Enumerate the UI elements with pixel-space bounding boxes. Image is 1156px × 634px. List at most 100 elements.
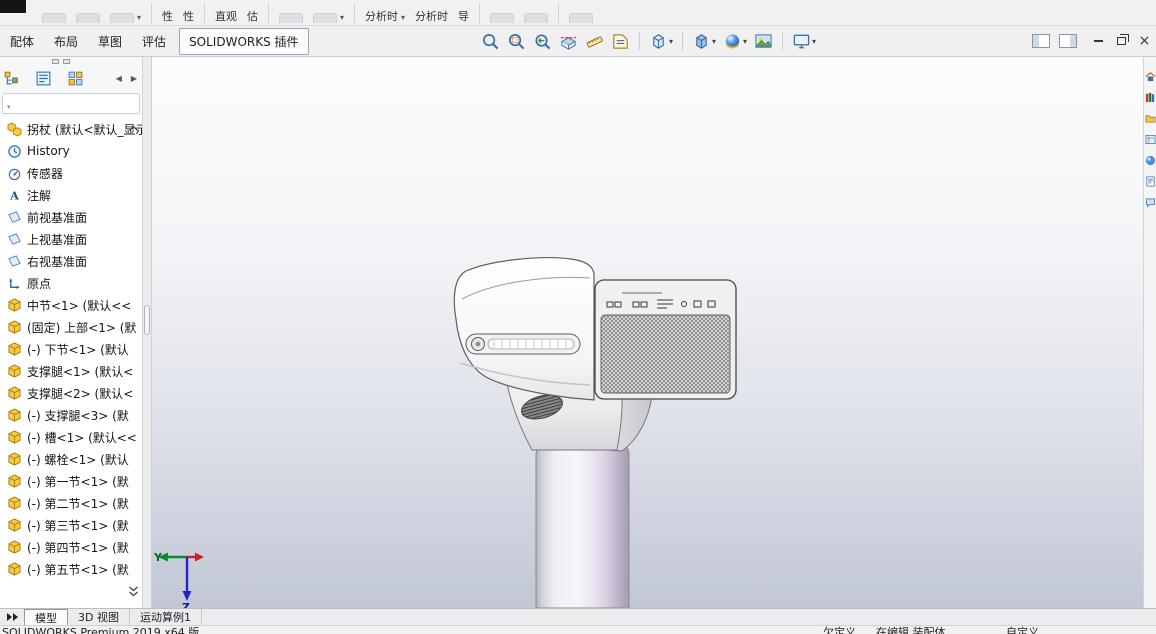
taskpane-file-explorer-button[interactable] xyxy=(1145,113,1156,124)
section-view-button[interactable] xyxy=(558,31,579,52)
document-tab[interactable]: 3D 视图 xyxy=(68,609,130,625)
restore-button[interactable] xyxy=(1111,31,1132,51)
tree-item-label: 支撑腿<1> (默认< xyxy=(27,363,133,380)
ribbon-button-partial[interactable]: 估 xyxy=(247,10,258,23)
measure-button[interactable] xyxy=(584,31,605,52)
tree-item[interactable]: 拐杖 (默认<默认_显示 xyxy=(0,118,142,140)
tree-item[interactable]: 支撑腿<1> (默认< xyxy=(0,360,142,382)
ribbon-button-partial[interactable]: 分析时▾ xyxy=(365,10,405,23)
display-style-button[interactable]: ▾ xyxy=(691,31,717,52)
document-tab[interactable]: 运动算例1 xyxy=(130,609,202,625)
tree-item-label: (-) 第一节<1> (默 xyxy=(27,473,129,490)
ribbon-button-partial[interactable]: ▾ xyxy=(110,13,141,23)
document-tab[interactable]: 模型 xyxy=(24,609,68,625)
view-orientation-button[interactable]: ▾ xyxy=(648,31,674,52)
more-items-below-icon[interactable] xyxy=(128,586,139,600)
tree-item[interactable]: (-) 下节<1> (默认 xyxy=(0,338,142,360)
ribbon-button-partial[interactable] xyxy=(76,13,100,23)
apply-scene-button[interactable] xyxy=(753,31,774,52)
tree-item[interactable]: A 注解 xyxy=(0,184,142,206)
ribbon-button-partial[interactable] xyxy=(569,13,593,23)
close-button[interactable]: × xyxy=(1134,31,1155,51)
tree-item[interactable]: (-) 第三节<1> (默 xyxy=(0,514,142,536)
minimize-button[interactable] xyxy=(1088,31,1109,51)
ribbon-button-partial[interactable] xyxy=(279,13,303,23)
tree-item[interactable]: (-) 第四节<1> (默 xyxy=(0,536,142,558)
taskpane-resources-button[interactable] xyxy=(1145,71,1156,82)
file-explorer-icon xyxy=(1145,113,1156,124)
tree-item[interactable]: 中节<1> (默认<< xyxy=(0,294,142,316)
panel-splitter[interactable] xyxy=(143,57,152,608)
commandmanager-tab[interactable]: 草图 xyxy=(88,29,132,54)
tree-item[interactable]: (-) 第五节<1> (默 xyxy=(0,558,142,580)
tree-item[interactable]: 前视基准面 xyxy=(0,206,142,228)
annotation-views-button[interactable] xyxy=(610,31,631,52)
status-units[interactable]: 自定义 xyxy=(1006,626,1039,634)
ribbon-button-partial[interactable]: 性 xyxy=(162,10,173,23)
pane-left-icon[interactable] xyxy=(1032,34,1050,48)
sensors-icon xyxy=(7,166,22,181)
ribbon-button-label: 分析时 xyxy=(415,10,448,23)
tree-item[interactable]: (固定) 上部<1> (默 xyxy=(0,316,142,338)
ribbon-button-icon xyxy=(110,13,134,23)
panel-splitter-handle[interactable] xyxy=(144,305,150,335)
tree-item[interactable]: 支撑腿<2> (默认< xyxy=(0,382,142,404)
document-tab-label: 运动算例1 xyxy=(140,609,191,625)
ribbon-button-partial[interactable] xyxy=(524,13,548,23)
view-settings-button[interactable]: ▾ xyxy=(791,31,817,52)
tab-featuremanager-tree[interactable] xyxy=(3,70,20,87)
viewport-3d[interactable]: Y Z xyxy=(152,57,1143,608)
tab-scroll-icon[interactable] xyxy=(0,609,24,625)
display-pane-splitter[interactable] xyxy=(0,57,142,66)
zoom-to-fit-button[interactable] xyxy=(480,31,501,52)
tree-item-label: (-) 第三节<1> (默 xyxy=(27,517,129,534)
taskpane-design-library-button[interactable] xyxy=(1145,92,1156,103)
taskpane-forum-button[interactable] xyxy=(1145,197,1156,208)
ribbon-button-partial[interactable] xyxy=(42,13,66,23)
previous-view-button[interactable] xyxy=(532,31,553,52)
splitter-grip-icon xyxy=(52,59,59,64)
dropdown-caret-icon: ▾ xyxy=(401,13,405,23)
part-icon xyxy=(7,540,22,555)
tree-item-label: History xyxy=(27,144,70,158)
tree-item[interactable]: History xyxy=(0,140,142,162)
commandmanager-tab[interactable]: 布局 xyxy=(44,29,88,54)
feature-tree: 拐杖 (默认<默认_显示 History 传感器 A 注解 前视基准面 xyxy=(0,116,142,608)
ribbon-button-partial[interactable]: 直观 xyxy=(215,10,237,23)
taskpane-view-palette-button[interactable] xyxy=(1145,134,1156,145)
tab-configurationmanager[interactable] xyxy=(67,70,84,87)
annotations-icon: A xyxy=(7,188,22,203)
edit-appearance-button[interactable]: ▾ xyxy=(722,31,748,52)
tree-item[interactable]: 上视基准面 xyxy=(0,228,142,250)
collapse-tree-icon[interactable] xyxy=(128,121,139,135)
commandmanager-tab[interactable]: SOLIDWORKS 插件 xyxy=(179,28,308,55)
ribbon-separator xyxy=(479,3,480,23)
ribbon-button-partial[interactable]: 分析时 xyxy=(415,10,448,23)
tree-item[interactable]: (-) 螺栓<1> (默认 xyxy=(0,448,142,470)
tree-item[interactable]: (-) 第一节<1> (默 xyxy=(0,470,142,492)
scroll-right-icon[interactable]: ▶ xyxy=(131,74,137,83)
ribbon-button-partial[interactable]: 性 xyxy=(183,10,194,23)
ribbon-button-partial[interactable] xyxy=(490,13,514,23)
tree-item[interactable]: 传感器 xyxy=(0,162,142,184)
tab-propertymanager[interactable] xyxy=(35,70,52,87)
ribbon-button-partial[interactable]: ▾ xyxy=(313,13,344,23)
dropdown-caret-icon: ▾ xyxy=(669,37,673,46)
scroll-left-icon[interactable]: ◀ xyxy=(116,74,122,83)
tree-item-label: 注解 xyxy=(27,187,51,204)
tree-item[interactable]: 原点 xyxy=(0,272,142,294)
tree-item[interactable]: (-) 支撑腿<3> (默 xyxy=(0,404,142,426)
tree-item[interactable]: 右视基准面 xyxy=(0,250,142,272)
part-icon xyxy=(7,408,22,423)
taskpane-custom-properties-button[interactable] xyxy=(1145,176,1156,187)
commandmanager-tab[interactable]: 评估 xyxy=(132,29,176,54)
featuremanager-filter[interactable]: ▾ xyxy=(2,93,140,114)
commandmanager-tab[interactable]: 配体 xyxy=(0,29,44,54)
tree-item[interactable]: (-) 槽<1> (默认<< xyxy=(0,426,142,448)
zoom-to-area-button[interactable] xyxy=(506,31,527,52)
pane-right-icon[interactable] xyxy=(1059,34,1077,48)
taskpane-appearances-button[interactable] xyxy=(1145,155,1156,166)
model-crutch[interactable] xyxy=(152,57,1143,608)
tree-item[interactable]: (-) 第二节<1> (默 xyxy=(0,492,142,514)
ribbon-button-partial[interactable]: 导 xyxy=(458,10,469,23)
